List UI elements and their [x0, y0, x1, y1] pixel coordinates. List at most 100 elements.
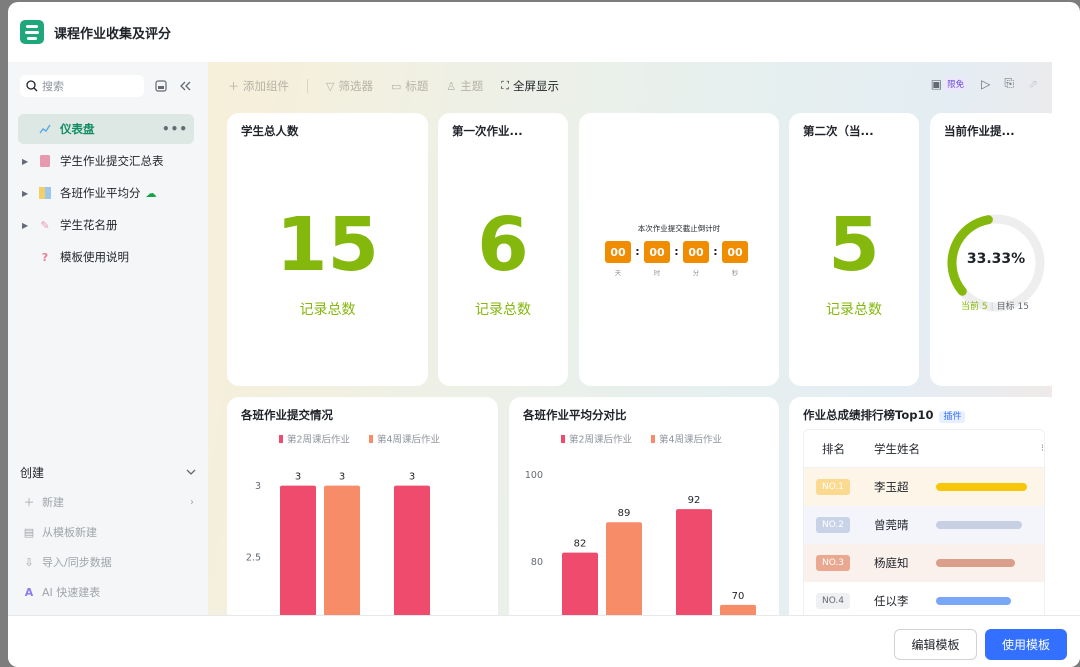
card-title: 学生总人数	[241, 124, 299, 138]
score-bar	[936, 597, 1011, 605]
countdown-days: 00 天	[605, 241, 631, 277]
sidebar-nav: 仪表盘 ••• ▶ 学生作业提交汇总表 ▶ 各班作业平均分 ☁ ▶ ✎ 学生花名…	[18, 114, 194, 274]
metric-value: 15	[276, 202, 379, 288]
edit-template-button[interactable]: 编辑模板	[894, 629, 977, 660]
leaderboard-table: 排名 学生姓名 ⁝ NO.1 李玉超 NO.2 曾莞晴 NO.3 杨庭知 NO.4 任以李	[803, 429, 1045, 615]
caret-right-icon[interactable]: ▶	[22, 221, 34, 230]
card-second-homework[interactable]: 第二次（当... 5 记录总数	[789, 113, 919, 386]
add-component-button[interactable]: ＋ 添加组件	[228, 78, 289, 94]
leaderboard-rows: NO.1 李玉超 NO.2 曾莞晴 NO.3 杨庭知 NO.4 任以李	[804, 468, 1044, 615]
card-chart-average[interactable]: 第2周课后作业第4周课后作业100806082899270 各班作业平均分对比	[509, 397, 779, 615]
use-template-button[interactable]: 使用模板	[985, 629, 1067, 660]
table-row[interactable]: NO.3 杨庭知	[804, 544, 1044, 582]
metric-label: 记录总数	[299, 302, 356, 318]
card-first-homework[interactable]: 第一次作业... 6 记录总数	[438, 113, 568, 386]
plus-icon: ＋	[228, 80, 239, 93]
sidebar-item-label: 学生花名册	[60, 218, 118, 232]
card-submission-progress[interactable]: 当前作业提... 33.33% 当前 5 | 目标 15	[930, 113, 1052, 386]
theme-label: 主题	[460, 79, 484, 93]
share-icon[interactable]: ⇗	[1028, 77, 1038, 91]
caret-right-icon[interactable]: ▶	[22, 157, 34, 166]
metric-label: 记录总数	[475, 302, 531, 318]
gauge-separator: |	[990, 302, 994, 312]
y-tick-label: 2.5	[246, 553, 261, 564]
data-label: 70	[732, 591, 745, 602]
sidebar-item-dashboard[interactable]: 仪表盘 •••	[18, 114, 194, 144]
filter-icon: ▽	[326, 79, 335, 93]
countdown-minutes: 00 分	[683, 241, 709, 277]
sidebar: 搜索 仪表盘 ••• ▶ 学生作业提交汇总表 ▶ 各班作业平均分 ☁ ▶ ✎ 学…	[8, 62, 208, 615]
collapse-panel-icon[interactable]	[154, 79, 168, 93]
app-logo-icon	[20, 20, 44, 44]
modal-header: 课程作业收集及评分	[8, 2, 1080, 62]
chevron-down-icon	[186, 465, 196, 479]
export-icon[interactable]: ⎘	[1004, 76, 1014, 91]
rank-badge: NO.1	[816, 479, 850, 495]
theme-button[interactable]: ♙ 主题	[446, 78, 483, 94]
countdown-unit: 时	[653, 269, 661, 277]
sidebar-item-guide[interactable]: ? 模板使用说明	[18, 242, 194, 272]
chevron-right-icon: ›	[190, 496, 194, 508]
fullscreen-label: 全屏显示	[512, 79, 559, 93]
create-header[interactable]: 创建	[8, 457, 208, 487]
table-row[interactable]: NO.2 曾莞晴	[804, 506, 1044, 544]
countdown-unit: 天	[614, 269, 622, 277]
card-chart-submission[interactable]: 第2周课后作业第4周课后作业32.523332 各班作业提交情况	[227, 397, 498, 615]
countdown-seconds: 00 秒	[722, 241, 748, 277]
column-name: 学生姓名	[874, 441, 920, 456]
countdown-unit: 分	[692, 269, 700, 277]
rank-badge: NO.2	[816, 517, 850, 533]
fullscreen-button[interactable]: ⛶ 全屏显示	[501, 78, 559, 94]
data-label: 3	[295, 472, 301, 483]
gauge-target: 目标 15	[996, 302, 1029, 312]
create-title: 创建	[20, 465, 45, 480]
data-label: 92	[688, 495, 701, 506]
plus-icon: ＋	[23, 496, 35, 509]
bar	[394, 485, 430, 615]
metric-label: 记录总数	[826, 302, 882, 318]
card-leaderboard[interactable]: 作业总成绩排行榜Top10 插件 排名 学生姓名 ⁝ NO.1 李玉超 NO.2 曾莞晴…	[789, 397, 1052, 615]
table-header: 排名 学生姓名 ⁝	[804, 430, 1044, 468]
grid-icon	[38, 186, 52, 200]
student-name: 任以李	[874, 594, 909, 608]
ai-insight-button[interactable]: ▣ 限免	[931, 76, 968, 91]
ai-quick-create[interactable]: A AI 快速建表	[8, 577, 208, 607]
create-section: 创建 ＋ 新建 › ▤ 从模板新建 ⇩ 导入/同步数据 A AI 快速建表	[8, 457, 208, 607]
countdown-hours: 00 时	[644, 241, 670, 277]
create-new[interactable]: ＋ 新建 ›	[8, 487, 208, 517]
create-from-template[interactable]: ▤ 从模板新建	[8, 517, 208, 547]
play-icon[interactable]: ▷	[981, 77, 990, 91]
column-rank: 排名	[822, 441, 845, 456]
sidebar-item-label: 各班作业平均分	[60, 186, 141, 200]
gauge-current: 当前 5	[961, 302, 988, 312]
legend-label: 第4周课后作业	[377, 434, 440, 446]
countdown-unit: 秒	[731, 269, 739, 277]
more-icon[interactable]: •••	[162, 122, 188, 136]
card-title: 第一次作业...	[452, 124, 523, 138]
table-icon	[38, 154, 52, 168]
card-countdown[interactable]: 本次作业提交截止倒计时 00 天 : 00 时 : 00 分 : 00 秒	[579, 113, 779, 386]
caret-right-icon[interactable]: ▶	[22, 189, 34, 198]
score-bar	[936, 559, 1015, 567]
dashboard-toolbar: ＋ 添加组件 ▽ 筛选器 ▭ 标题 ♙ 主题 ⛶ 全屏显示 ▣ 限免 ▷ ⎘ ⇗	[208, 62, 1052, 110]
countdown-title: 本次作业提交截止倒计时	[637, 224, 721, 233]
sidebar-item-submission-table[interactable]: ▶ 学生作业提交汇总表	[18, 146, 194, 176]
table-row[interactable]: NO.1 李玉超	[804, 468, 1044, 506]
sidebar-item-roster[interactable]: ▶ ✎ 学生花名册	[18, 210, 194, 240]
question-icon: ?	[41, 250, 49, 264]
search-input[interactable]: 搜索	[20, 75, 144, 97]
import-sync-data[interactable]: ⇩ 导入/同步数据	[8, 547, 208, 577]
title-button[interactable]: ▭ 标题	[391, 78, 428, 94]
title-label: 标题	[405, 79, 429, 93]
title-icon: ▭	[390, 79, 402, 93]
collapse-sidebar-icon[interactable]	[178, 79, 192, 93]
y-tick-label: 80	[531, 557, 543, 568]
average-bar-chart: 第2周课后作业第4周课后作业100806082899270	[525, 434, 756, 615]
card-total-students[interactable]: 学生总人数 15 记录总数	[227, 113, 428, 386]
template-icon: ▤	[23, 525, 35, 539]
sidebar-item-class-average[interactable]: ▶ 各班作业平均分 ☁	[18, 178, 194, 208]
score-bar	[936, 521, 1022, 529]
table-row[interactable]: NO.4 任以李	[804, 582, 1044, 615]
filter-button[interactable]: ▽ 筛选器	[326, 78, 373, 94]
create-item-label: 导入/同步数据	[42, 556, 112, 569]
